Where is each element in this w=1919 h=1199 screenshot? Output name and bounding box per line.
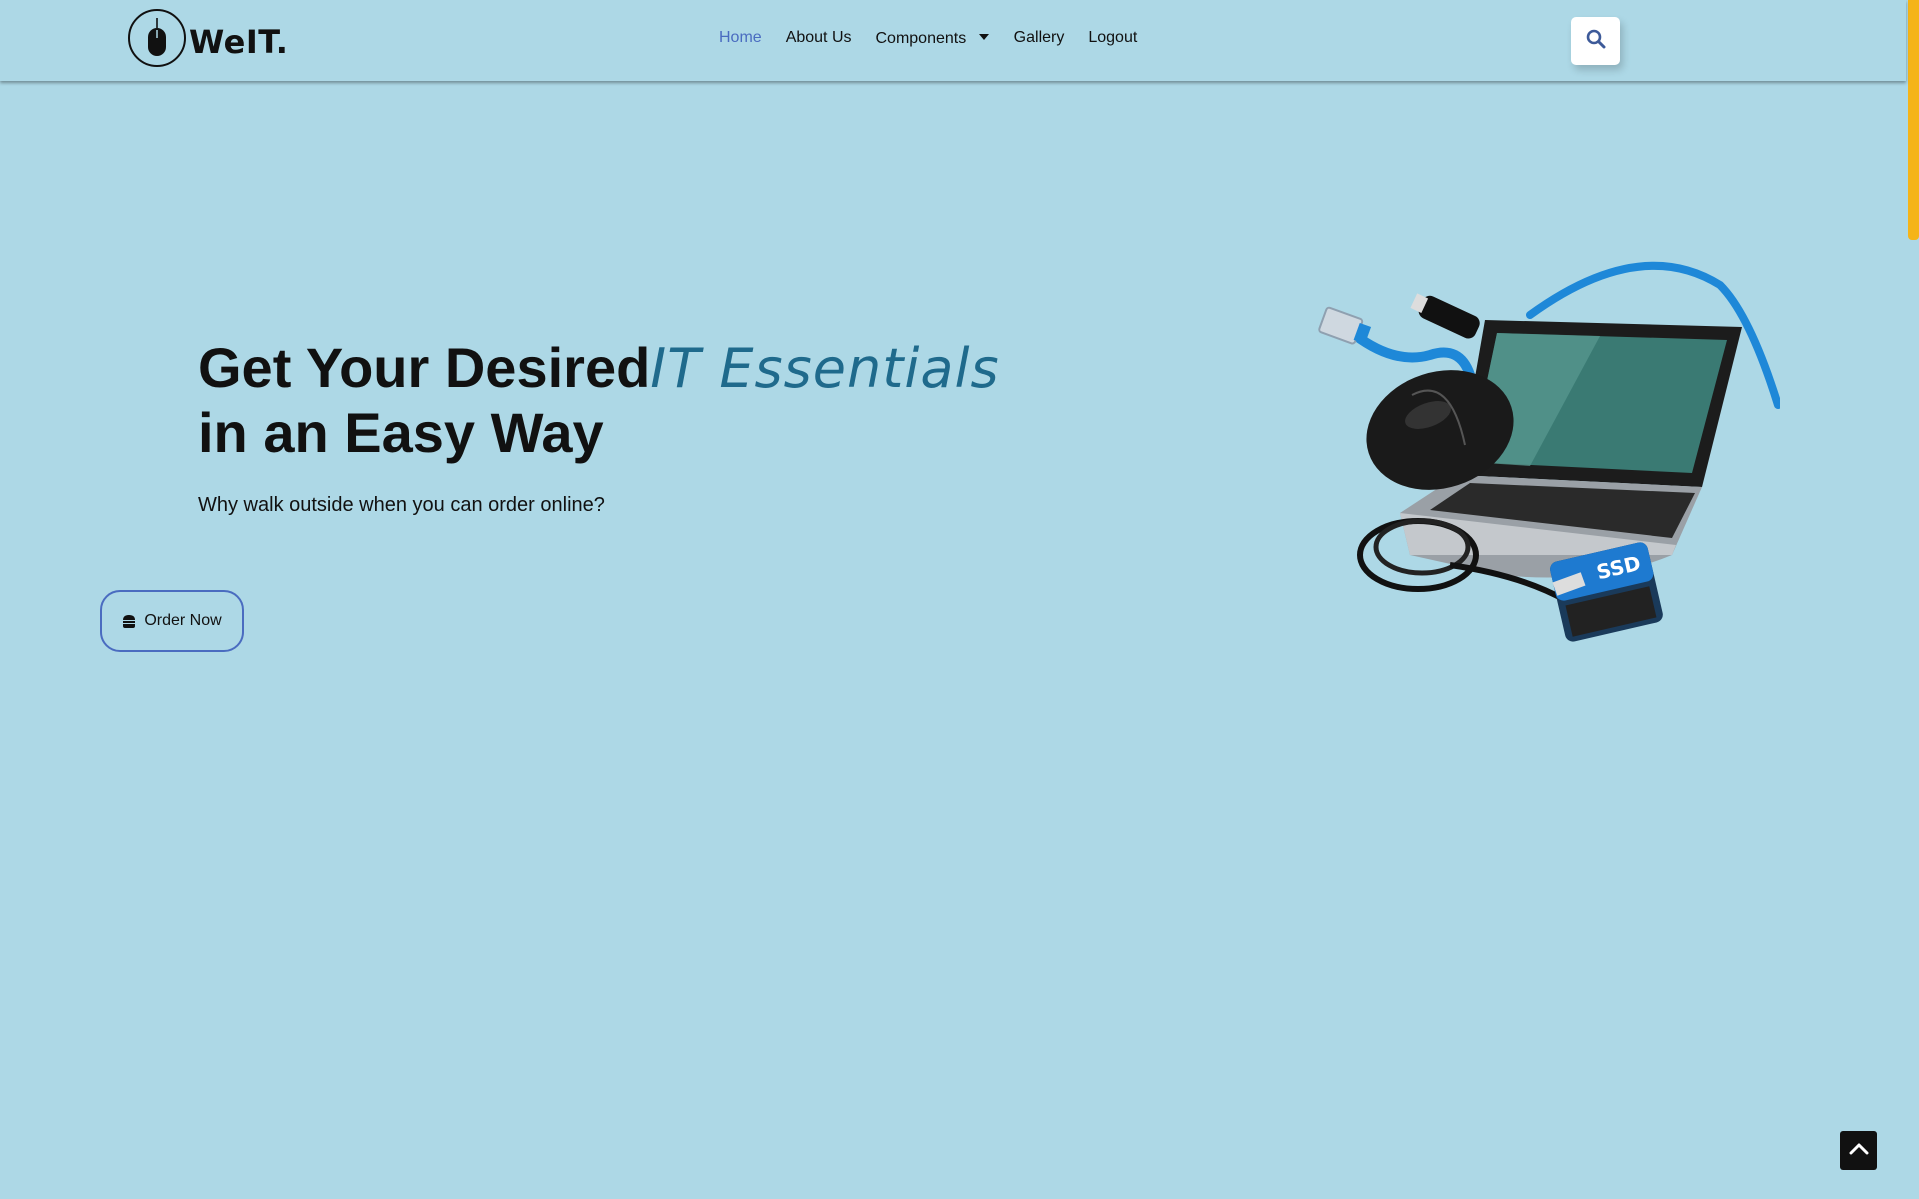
caret-down-icon [978,28,990,46]
brand-logo[interactable]: WeIT. [128,9,288,67]
search-icon [1586,29,1606,54]
nav-components-label: Components [875,30,967,47]
navbar: WeIT. Home About Us Components Gallery L… [0,0,1906,81]
nav-gallery[interactable]: Gallery [1014,29,1065,47]
chevron-up-icon [1848,1141,1870,1160]
hero-title-accent: IT Essentials [650,337,1000,400]
order-now-label: Order Now [144,612,222,629]
hero-subtitle: Why walk outside when you can order onli… [198,494,605,516]
page-scrollbar[interactable] [1906,0,1919,1199]
hero-title: Get Your DesiredIT Essentials in an Easy… [198,336,1000,465]
nav-logout[interactable]: Logout [1088,29,1137,47]
nav-about-us[interactable]: About Us [786,29,852,47]
nav-components[interactable]: Components [876,28,990,48]
mouse-icon [128,9,186,67]
scroll-to-top-button[interactable] [1840,1131,1877,1170]
it-essentials-illustration: SSD [1300,255,1782,650]
scrollbar-thumb[interactable] [1908,0,1919,240]
hero-title-tail: in an Easy Way [198,401,604,464]
order-now-button[interactable]: Order Now [100,590,244,652]
main-nav: Home About Us Components Gallery Logout [719,28,1161,48]
brand-name: WeIT. [189,23,289,61]
search-button[interactable] [1571,17,1620,65]
hero-title-lead: Get Your Desired [198,336,651,399]
burger-icon [122,614,136,628]
nav-home[interactable]: Home [719,29,762,47]
